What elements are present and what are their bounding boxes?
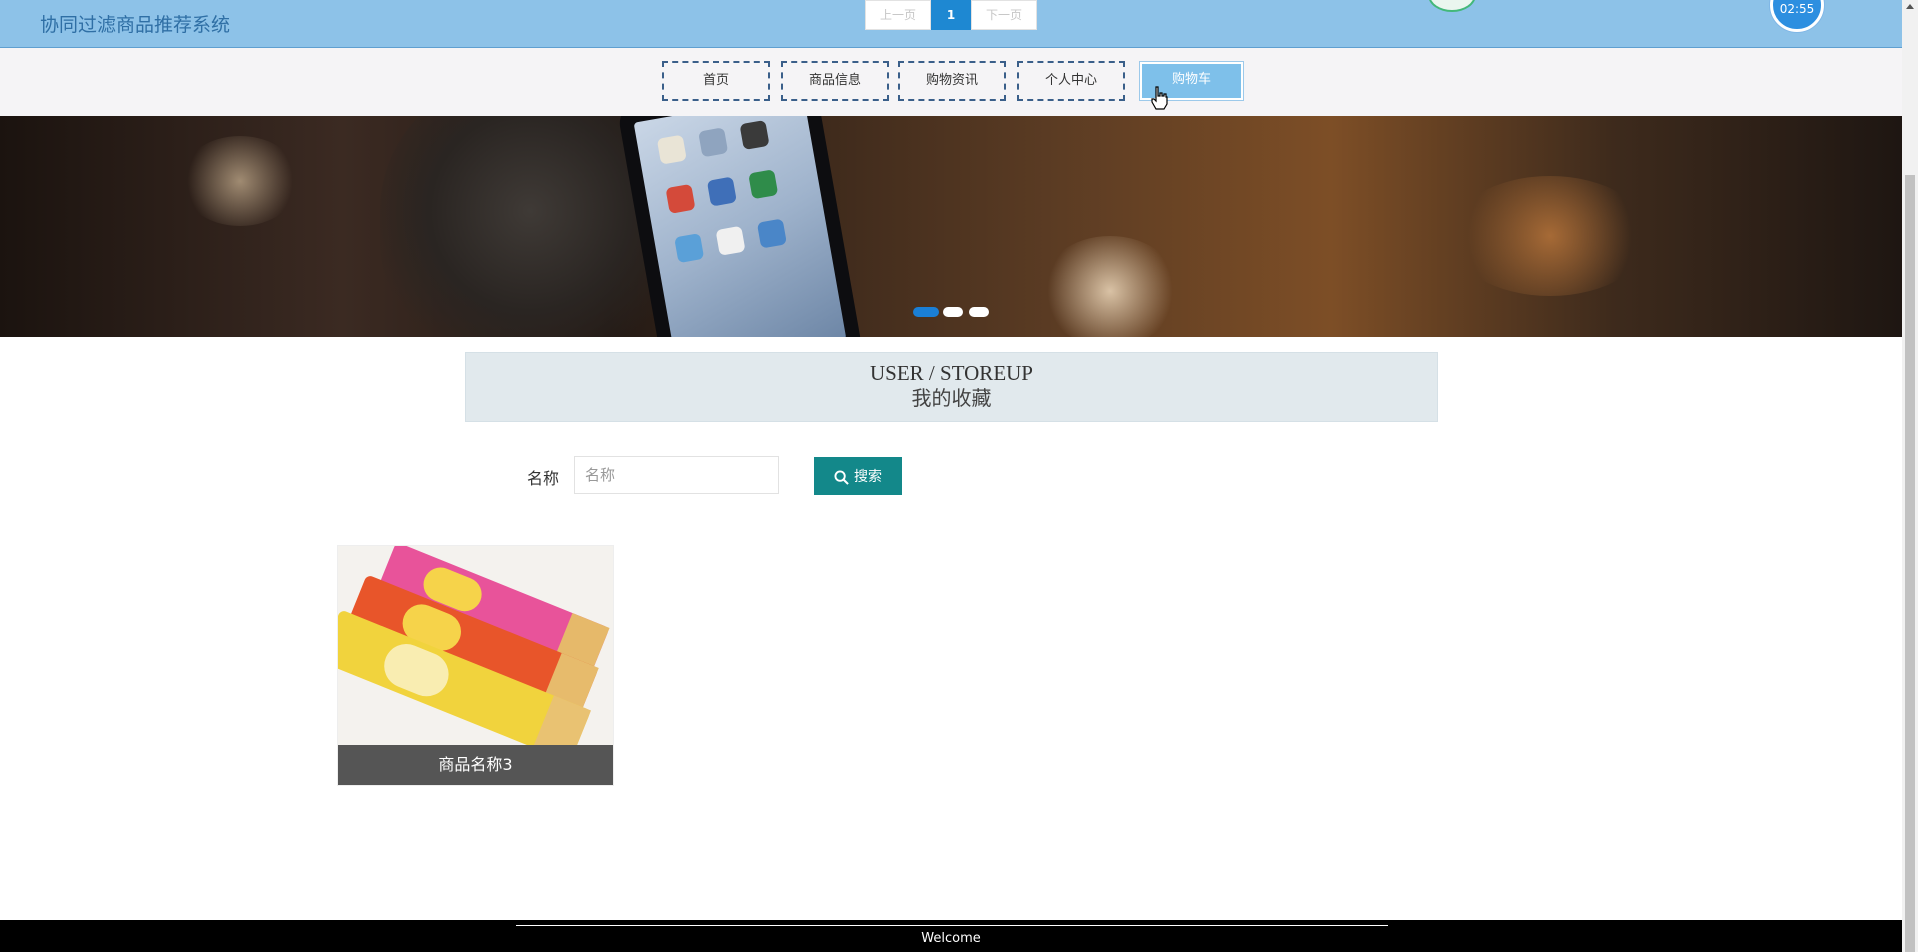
app-icon — [656, 134, 687, 165]
app-icon — [748, 169, 779, 200]
banner-light — [180, 136, 300, 226]
app-icon — [706, 176, 737, 207]
footer-text: Welcome — [921, 931, 981, 946]
banner-smartphone — [616, 116, 864, 337]
next-page-button[interactable]: 下一页 — [971, 0, 1037, 30]
search-input[interactable] — [574, 456, 779, 494]
carousel-dot[interactable] — [943, 307, 963, 317]
section-header: USER / STOREUP 我的收藏 — [465, 352, 1438, 422]
app-icon — [698, 127, 729, 158]
app-icon — [674, 233, 705, 264]
clock-time: 02:55 — [1779, 2, 1815, 16]
banner-carousel[interactable] — [0, 116, 1902, 337]
nav-item-products[interactable]: 商品信息 — [781, 61, 889, 101]
nav-item-home[interactable]: 首页 — [662, 61, 770, 101]
user-avatar[interactable] — [1428, 0, 1476, 12]
app-icon — [739, 119, 770, 151]
main-nav: 首页 商品信息 购物资讯 个人中心 购物车 — [0, 48, 1902, 116]
product-card[interactable]: 商品名称3 — [337, 545, 614, 786]
search-button[interactable]: 搜索 — [814, 457, 902, 495]
product-name: 商品名称3 — [338, 745, 613, 785]
carousel-dot-active[interactable] — [913, 307, 939, 317]
nav-item-news[interactable]: 购物资讯 — [898, 61, 1006, 101]
app-icon — [715, 225, 746, 256]
banner-phone-screen — [633, 116, 847, 337]
product-image — [338, 546, 613, 745]
footer: Welcome — [0, 920, 1902, 952]
footer-divider — [516, 925, 1388, 926]
section-title-cn: 我的收藏 — [911, 388, 992, 410]
scroll-up-arrow-icon[interactable] — [1906, 4, 1914, 9]
nav-item-profile[interactable]: 个人中心 — [1017, 61, 1125, 101]
clock-widget: 02:55 — [1770, 0, 1824, 32]
page-number-button[interactable]: 1 — [931, 0, 971, 30]
search-label: 名称 — [527, 469, 560, 488]
hand-cursor-icon — [1151, 86, 1168, 110]
banner-light — [1040, 236, 1180, 337]
search-icon — [834, 469, 849, 485]
app-icon — [756, 218, 787, 249]
search-button-label: 搜索 — [854, 469, 882, 485]
site-title: 协同过滤商品推荐系统 — [40, 14, 231, 36]
carousel-dot[interactable] — [969, 307, 989, 317]
app-icon — [665, 183, 696, 214]
scrollbar-thumb[interactable] — [1905, 175, 1915, 952]
banner-light — [1450, 176, 1650, 296]
section-title-en: USER / STOREUP — [870, 361, 1033, 385]
page-scrollbar[interactable] — [1902, 0, 1918, 952]
prev-page-button[interactable]: 上一页 — [865, 0, 931, 30]
